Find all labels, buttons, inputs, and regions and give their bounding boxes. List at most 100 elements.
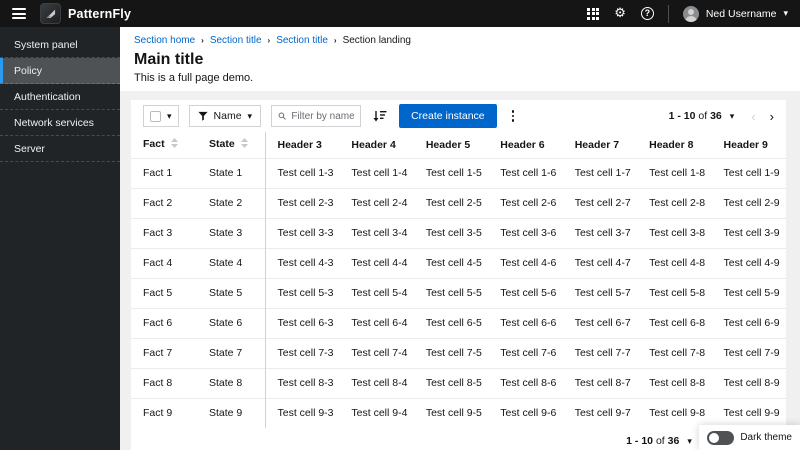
column-header-header-9: Header 9 xyxy=(723,138,768,151)
breadcrumb: Section home › Section title › Section title… xyxy=(134,35,786,47)
table-cell: Test cell 2-8 xyxy=(637,187,712,218)
masthead: PatternFly ⚙ ? Ned Username ▾ xyxy=(0,0,800,27)
filter-funnel-icon xyxy=(197,111,208,121)
breadcrumb-separator-icon: › xyxy=(267,36,271,45)
table-cell: Test cell 8-8 xyxy=(637,367,712,398)
table-cell: Test cell 9-8 xyxy=(637,397,712,428)
pagination-range: 1 - 10 of 36 xyxy=(668,110,722,122)
column-header-header-5: Header 5 xyxy=(425,138,471,151)
toolbar: ▾ Name ▾ Filter by name Create instance … xyxy=(131,100,786,132)
table-cell: Test cell 1-9 xyxy=(711,157,786,188)
breadcrumb-link-section-title-1[interactable]: Section title xyxy=(210,35,262,47)
dark-theme-toggle[interactable] xyxy=(707,430,735,445)
table-cell: Test cell 1-5 xyxy=(413,157,489,188)
filter-attribute-dropdown[interactable]: Name ▾ xyxy=(188,105,262,127)
avatar xyxy=(682,5,699,22)
table-cell: Test cell 7-3 xyxy=(265,337,340,368)
breadcrumb-link-section-home-0[interactable]: Section home xyxy=(134,35,195,47)
sidebar-item-policy[interactable]: Policy xyxy=(0,58,120,84)
chevron-down-icon: ▾ xyxy=(167,110,172,121)
table-cell: Test cell 2-6 xyxy=(488,187,563,218)
table-cell: Test cell 8-6 xyxy=(488,367,563,398)
table-cell: Test cell 4-3 xyxy=(265,247,340,278)
sort-arrows-icon xyxy=(240,138,248,151)
settings-gear-icon[interactable]: ⚙ xyxy=(614,7,626,20)
table-cell: Test cell 6-6 xyxy=(488,307,563,338)
card-footer: 1 - 10 of 36 ▾ « ‹ › » xyxy=(131,428,786,450)
column-header-header-7: Header 7 xyxy=(574,138,620,151)
table-cell: Fact 4 xyxy=(131,247,197,278)
breadcrumb-separator-icon: › xyxy=(333,36,337,45)
table-cell: Test cell 3-8 xyxy=(637,217,712,248)
breadcrumb-current: Section landing xyxy=(342,35,411,46)
table-cell: State 4 xyxy=(197,247,266,278)
sidebar-item-server[interactable]: Server xyxy=(0,136,120,162)
table-cell: State 6 xyxy=(197,307,266,338)
table-cell: Test cell 3-5 xyxy=(413,217,489,248)
table-cell: Test cell 4-4 xyxy=(339,247,414,278)
content-card: ▾ Name ▾ Filter by name Create instance … xyxy=(131,100,786,450)
breadcrumb-separator-icon: › xyxy=(201,36,204,45)
table-cell: Test cell 9-9 xyxy=(711,397,786,428)
table-cell: Fact 6 xyxy=(131,307,197,338)
table-cell: Test cell 5-3 xyxy=(265,277,340,308)
table-cell: State 1 xyxy=(197,157,266,188)
prev-page-icon[interactable]: ‹ xyxy=(751,110,755,123)
pagination-menu-caret-icon[interactable]: ▾ xyxy=(730,111,735,121)
search-box xyxy=(271,105,362,127)
table-cell: Test cell 5-9 xyxy=(711,277,786,308)
table-cell: Test cell 6-4 xyxy=(339,307,414,338)
breadcrumb-link-section-title-2[interactable]: Section title xyxy=(276,35,328,47)
table-row: Fact 1 State 1 Test cell 1-3 Test cell 1-4 T… xyxy=(131,157,786,188)
sort-button[interactable] xyxy=(371,108,389,124)
data-table: Fact State Header 3 Header 4 Header 5 Header … xyxy=(131,132,786,428)
create-instance-button[interactable]: Create instance xyxy=(399,104,497,128)
table-cell: State 2 xyxy=(197,187,266,218)
table-cell: Test cell 6-3 xyxy=(265,307,340,338)
table-row: Fact 8 State 8 Test cell 8-3 Test cell 8-4 T… xyxy=(131,367,786,398)
table-row: Fact 6 State 6 Test cell 6-3 Test cell 6-4 T… xyxy=(131,307,786,338)
user-menu[interactable]: Ned Username ▾ xyxy=(667,4,788,23)
table-cell: Test cell 4-5 xyxy=(413,247,489,278)
dark-theme-label: Dark theme xyxy=(740,432,792,443)
column-header-state[interactable]: State xyxy=(197,132,266,158)
nav-toggle-hamburger-icon[interactable] xyxy=(12,8,26,19)
table-row: Fact 3 State 3 Test cell 3-3 Test cell 3-4 T… xyxy=(131,217,786,248)
table-cell: Test cell 4-6 xyxy=(488,247,563,278)
pagination-menu-caret-icon[interactable]: ▾ xyxy=(687,436,692,446)
help-icon[interactable]: ? xyxy=(640,7,654,20)
table-cell: Test cell 8-4 xyxy=(339,367,414,398)
sidebar-item-system-panel[interactable]: System panel xyxy=(0,32,120,58)
kebab-menu-icon[interactable] xyxy=(507,107,520,125)
page-header: Section home › Section title › Section title… xyxy=(120,27,800,91)
table-cell: Test cell 6-7 xyxy=(562,307,638,338)
sidebar-nav: System panel Policy Authentication Network … xyxy=(0,27,120,450)
patternfly-logo-icon xyxy=(40,3,61,24)
table-cell: Test cell 7-4 xyxy=(339,337,414,368)
bulk-select-dropdown[interactable]: ▾ xyxy=(143,105,179,127)
search-input[interactable] xyxy=(291,110,355,122)
table-cell: Fact 7 xyxy=(131,337,197,368)
table-cell: Test cell 2-7 xyxy=(562,187,638,218)
sidebar-item-network-services[interactable]: Network services xyxy=(0,110,120,136)
table-cell: Test cell 1-4 xyxy=(339,157,414,188)
table-cell: Test cell 6-9 xyxy=(711,307,786,338)
table-cell: Test cell 7-9 xyxy=(711,337,786,368)
table-cell: State 5 xyxy=(197,277,266,308)
table-cell: Test cell 2-3 xyxy=(265,187,340,218)
sidebar-item-authentication[interactable]: Authentication xyxy=(0,84,120,110)
search-icon xyxy=(278,112,286,120)
filter-attribute-label: Name xyxy=(213,110,242,122)
column-header-header-3: Header 3 xyxy=(277,138,322,151)
table-cell: Test cell 3-6 xyxy=(488,217,563,248)
next-page-icon[interactable]: › xyxy=(770,110,774,123)
table-cell: Test cell 3-4 xyxy=(339,217,414,248)
table-cell: Test cell 5-7 xyxy=(562,277,638,308)
bulk-select-checkbox[interactable] xyxy=(150,110,161,122)
table-cell: Test cell 9-4 xyxy=(339,397,414,428)
table-cell: Fact 5 xyxy=(131,277,197,308)
sort-arrows-icon xyxy=(170,138,178,151)
table-cell: Test cell 8-3 xyxy=(265,367,340,398)
column-header-fact[interactable]: Fact xyxy=(131,132,197,158)
app-launcher-icon[interactable] xyxy=(587,7,600,20)
